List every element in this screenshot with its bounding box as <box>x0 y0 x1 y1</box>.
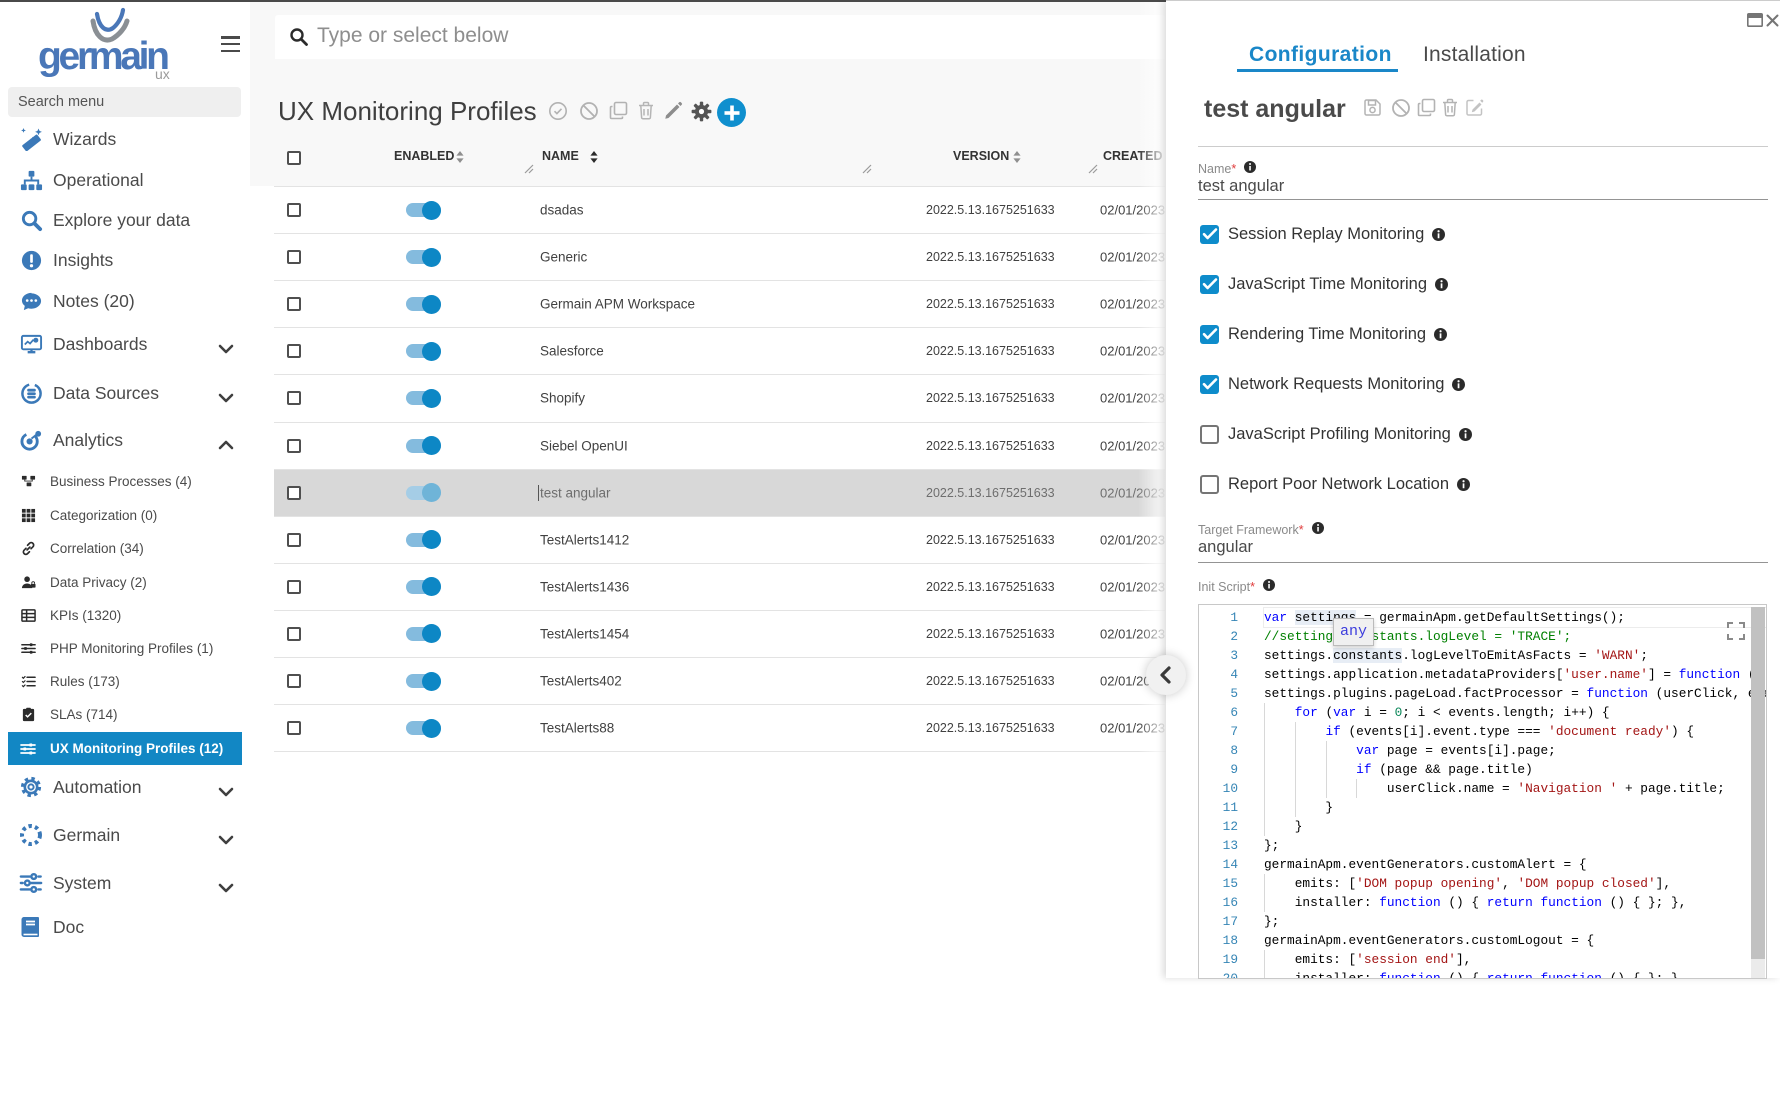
svg-text:ux: ux <box>155 66 170 82</box>
svg-text:germain: germain <box>38 35 170 78</box>
